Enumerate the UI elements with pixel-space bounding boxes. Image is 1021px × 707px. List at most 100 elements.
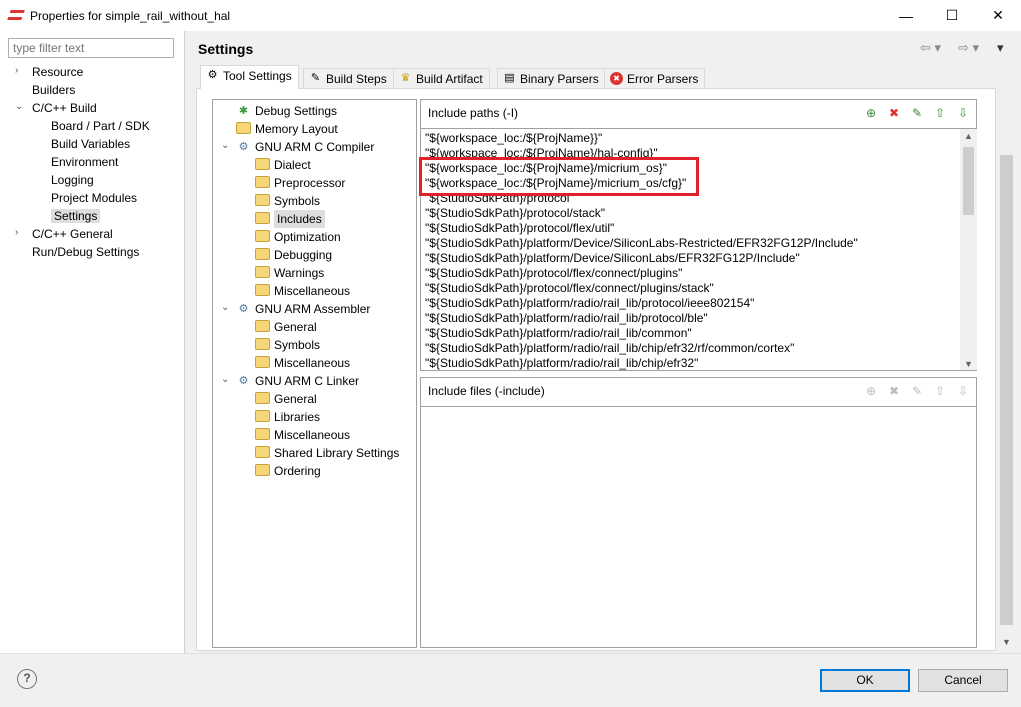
folder-icon bbox=[255, 392, 270, 404]
tab-tool-settings[interactable]: ⚙ Tool Settings bbox=[200, 65, 299, 89]
tree-item-label: Build Variables bbox=[51, 137, 131, 151]
twisty-icon[interactable]: ⌄ bbox=[221, 374, 231, 385]
scroll-thumb[interactable] bbox=[963, 147, 974, 215]
paths-edit-icon[interactable]: ✎ bbox=[908, 104, 926, 122]
tool-tree-item[interactable]: Debug Settings bbox=[255, 102, 337, 120]
folder-icon bbox=[255, 194, 270, 206]
tab-error-parsers[interactable]: ✖ Error Parsers bbox=[604, 68, 706, 88]
tool-tree-item[interactable]: Symbols bbox=[274, 192, 320, 210]
tool-tree-item[interactable]: Shared Library Settings bbox=[274, 444, 399, 462]
tool-tree-item[interactable]: Libraries bbox=[274, 408, 320, 426]
include-path-item[interactable]: "${StudioSdkPath}/platform/radio/rail_li… bbox=[425, 356, 698, 370]
tree-item-settings[interactable]: Settings bbox=[51, 207, 101, 225]
include-path-item[interactable]: "${StudioSdkPath}/protocol/flex/connect/… bbox=[425, 281, 714, 296]
tree-item-label: Project Modules bbox=[51, 191, 138, 205]
page-scrollbar[interactable]: ▼ bbox=[997, 128, 1016, 650]
include-path-item[interactable]: "${StudioSdkPath}/platform/Device/Silico… bbox=[425, 251, 800, 266]
twisty-icon[interactable]: ⌄ bbox=[221, 302, 231, 313]
include-paths-title: Include paths (-I) bbox=[428, 106, 519, 120]
folder-icon bbox=[255, 338, 270, 350]
include-path-item[interactable]: "${StudioSdkPath}/protocol/flex/util" bbox=[425, 221, 614, 236]
scroll-down-icon[interactable]: ▼ bbox=[964, 359, 973, 369]
tree-item-c-c-general[interactable]: C/C++ General bbox=[32, 225, 113, 243]
tree-item-environment[interactable]: Environment bbox=[51, 153, 118, 171]
folder-icon bbox=[255, 320, 270, 332]
tool-tree-item[interactable]: Debugging bbox=[274, 246, 332, 264]
close-button[interactable]: ✕ bbox=[975, 0, 1021, 31]
wrench-icon: ✎ bbox=[310, 72, 321, 84]
tool-tree-item[interactable]: GNU ARM C Compiler bbox=[255, 138, 374, 156]
tree-item-label: Logging bbox=[51, 173, 94, 187]
tool-tree-item[interactable]: General bbox=[274, 390, 317, 408]
ok-button[interactable]: OK bbox=[820, 669, 910, 692]
tree-item-project-modules[interactable]: Project Modules bbox=[51, 189, 137, 207]
tree-item-resource[interactable]: Resource bbox=[32, 63, 83, 81]
page-scroll-thumb[interactable] bbox=[1000, 155, 1013, 625]
tool-tree-item[interactable]: Miscellaneous bbox=[274, 354, 350, 372]
tree-item-c-c-build[interactable]: C/C++ Build bbox=[32, 99, 97, 117]
tab-binary-parsers[interactable]: ▤ Binary Parsers bbox=[497, 68, 606, 88]
tool-tree-item[interactable]: Ordering bbox=[274, 462, 321, 480]
include-path-item[interactable]: "${StudioSdkPath}/platform/radio/rail_li… bbox=[425, 311, 708, 326]
tree-item-label: Board / Part / SDK bbox=[51, 119, 150, 133]
include-paths-scrollbar[interactable]: ▲ ▼ bbox=[960, 129, 977, 370]
bug-icon: ✱ bbox=[238, 105, 249, 117]
tool-tree-item[interactable]: Optimization bbox=[274, 228, 341, 246]
paths-add-icon[interactable]: ⊕ bbox=[862, 104, 880, 122]
view-menu-button[interactable]: ▾ bbox=[997, 40, 1004, 56]
tool-tree-item[interactable]: Miscellaneous bbox=[274, 282, 350, 300]
tool-tree-item[interactable]: General bbox=[274, 318, 317, 336]
tool-tree-item[interactable]: Warnings bbox=[274, 264, 324, 282]
tab-label: Build Artifact bbox=[416, 72, 483, 86]
tab-build-steps[interactable]: ✎ Build Steps bbox=[303, 68, 394, 88]
tree-item-logging[interactable]: Logging bbox=[51, 171, 94, 189]
files-move-down-icon[interactable]: ⇩ bbox=[954, 382, 972, 400]
twisty-icon[interactable]: ⌄ bbox=[15, 101, 25, 112]
scroll-down-icon[interactable]: ▼ bbox=[1002, 637, 1011, 647]
twisty-icon[interactable]: ⌄ bbox=[221, 140, 231, 151]
files-edit-icon[interactable]: ✎ bbox=[908, 382, 926, 400]
tool-tree-item[interactable]: Preprocessor bbox=[274, 174, 345, 192]
tool-tree-item[interactable]: Miscellaneous bbox=[274, 426, 350, 444]
help-button[interactable]: ? bbox=[17, 669, 37, 689]
include-path-item[interactable]: "${StudioSdkPath}/platform/radio/rail_li… bbox=[425, 341, 794, 356]
twisty-icon[interactable]: › bbox=[15, 227, 25, 238]
cancel-button[interactable]: Cancel bbox=[918, 669, 1008, 692]
include-path-item[interactable]: "${StudioSdkPath}/protocol/flex/connect/… bbox=[425, 266, 682, 281]
tool-tree-item[interactable]: Memory Layout bbox=[255, 120, 338, 138]
include-path-item[interactable]: "${StudioSdkPath}/platform/radio/rail_li… bbox=[425, 326, 692, 341]
scroll-up-icon[interactable]: ▲ bbox=[964, 131, 973, 141]
back-button[interactable]: ⇦ ▾ bbox=[920, 40, 941, 56]
folder-icon bbox=[255, 464, 270, 476]
twisty-icon[interactable]: › bbox=[15, 65, 25, 76]
tool-tree-item[interactable]: Symbols bbox=[274, 336, 320, 354]
include-path-item[interactable]: "${StudioSdkPath}/platform/Device/Silico… bbox=[425, 236, 858, 251]
files-move-up-icon[interactable]: ⇧ bbox=[931, 382, 949, 400]
tab-label: Binary Parsers bbox=[520, 72, 599, 86]
gear-icon: ⚙ bbox=[207, 69, 218, 81]
tree-item-label: C/C++ General bbox=[32, 227, 113, 241]
files-add-icon[interactable]: ⊕ bbox=[862, 382, 880, 400]
minimize-button[interactable]: — bbox=[883, 0, 929, 31]
tool-tree-item[interactable]: Includes bbox=[274, 210, 325, 228]
folder-icon bbox=[255, 284, 270, 296]
include-path-item[interactable]: "${StudioSdkPath}/protocol/stack" bbox=[425, 206, 605, 221]
files-delete-icon[interactable]: ✖ bbox=[885, 382, 903, 400]
tree-item-run-debug-settings[interactable]: Run/Debug Settings bbox=[32, 243, 139, 261]
tool-tree-item[interactable]: GNU ARM C Linker bbox=[255, 372, 359, 390]
paths-move-up-icon[interactable]: ⇧ bbox=[931, 104, 949, 122]
tool-tree-item[interactable]: Dialect bbox=[274, 156, 311, 174]
filter-input[interactable] bbox=[8, 38, 174, 58]
tab-build-artifact[interactable]: ♛ Build Artifact bbox=[393, 68, 490, 88]
include-path-item[interactable]: "${StudioSdkPath}/platform/radio/rail_li… bbox=[425, 296, 754, 311]
tree-item-build-variables[interactable]: Build Variables bbox=[51, 135, 130, 153]
paths-move-down-icon[interactable]: ⇩ bbox=[954, 104, 972, 122]
tool-tree-item[interactable]: GNU ARM Assembler bbox=[255, 300, 370, 318]
forward-button[interactable]: ⇨ ▾ bbox=[958, 40, 979, 56]
tree-item-label: Settings bbox=[51, 209, 101, 223]
tree-item-builders[interactable]: Builders bbox=[32, 81, 75, 99]
include-path-item[interactable]: "${workspace_loc:/${ProjName}}" bbox=[425, 131, 602, 146]
paths-delete-icon[interactable]: ✖ bbox=[885, 104, 903, 122]
tree-item-board-part-sdk[interactable]: Board / Part / SDK bbox=[51, 117, 150, 135]
maximize-button[interactable]: ☐ bbox=[929, 0, 975, 31]
